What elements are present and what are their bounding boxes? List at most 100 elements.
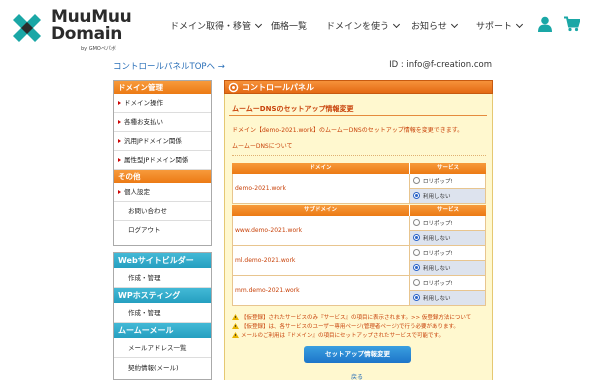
about-muumuu-dns-link[interactable]: ムームーDNSについて	[232, 141, 293, 150]
warning-icon	[232, 313, 239, 320]
nav-label: ドメイン取得・移管	[170, 22, 252, 32]
note-item: 【仮登録】されたサービスのみ『サービス』の項目に表示されます。>> 仮登録方法に…	[232, 312, 488, 321]
table-row: demo-2021.work ロリポップ! 利用しない	[232, 174, 486, 204]
service-options: ロリポップ! 利用しない	[410, 246, 486, 275]
service-option-lolipop[interactable]: ロリポップ!	[410, 216, 485, 231]
option-label: ロリポップ!	[423, 178, 453, 185]
note-text: メールのご利用は『ドメイン』の項目にセットアップされたサービスで可能です。	[241, 332, 444, 339]
option-label: ロリポップ!	[423, 250, 453, 257]
setup-change-button[interactable]: セットアップ情報変更	[304, 346, 411, 363]
domain-table-header: ドメイン サービス	[232, 163, 486, 174]
service-option-none[interactable]: 利用しない	[410, 260, 485, 275]
nav-use-domain[interactable]: ドメインを使う	[326, 19, 401, 32]
subdomain-name: mm.demo-2021.work	[232, 276, 410, 305]
gear-icon	[228, 82, 239, 93]
sidebar-section-website-builder: Webサイトビルダー	[114, 253, 211, 268]
user-icon[interactable]	[538, 16, 552, 32]
service-column-header: サービス	[436, 165, 459, 171]
note-text: 【仮登録】は、各サービスのユーザー専用ページ(管理者ページ)で行う必要があります…	[241, 323, 459, 330]
subdomain-name: ml.demo-2021.work	[232, 246, 410, 275]
control-panel-header: コントロールパネル	[224, 80, 493, 94]
option-label: ロリポップ!	[423, 220, 453, 227]
chevron-down-icon	[254, 20, 263, 29]
sidebar-item-personal-settings[interactable]: 個人設定	[114, 183, 211, 202]
user-id-label: ID : info@f-creation.com	[389, 60, 492, 70]
service-option-none[interactable]: 利用しない	[410, 290, 485, 305]
domain-name: demo-2021.work	[232, 174, 410, 203]
sidebar-item-logout[interactable]: ログアウト	[114, 221, 211, 240]
nav-price-list[interactable]: 価格一覧	[271, 19, 307, 32]
dotted-divider	[232, 155, 486, 156]
chevron-down-icon	[450, 20, 458, 29]
sidebar-item-contact[interactable]: お問い合わせ	[114, 202, 211, 221]
domain-column-header: ドメイン	[232, 163, 410, 174]
control-panel-title: コントロールパネル	[242, 83, 314, 92]
sidebar-domain-menu: ドメイン管理 ドメイン操作 各種お支払い 汎用JPドメイン関係 属性型JPドメイ…	[113, 80, 212, 246]
control-panel-top-link[interactable]: コントロールパネルTOPへ →	[113, 60, 225, 72]
note-text: 【仮登録】されたサービスのみ『サービス』の項目に表示されます。>> 仮登録方法に…	[241, 314, 472, 321]
service-option-none[interactable]: 利用しない	[410, 230, 485, 245]
sidebar-item-builder-manage[interactable]: 作成・管理	[114, 268, 211, 288]
sidebar-item-general-jp[interactable]: 汎用JPドメイン関係	[114, 132, 211, 151]
nav-domain-acquire[interactable]: ドメイン取得・移管	[170, 19, 263, 32]
service-options: ロリポップ! 利用しない	[410, 216, 486, 245]
nav-support[interactable]: サポート	[476, 19, 524, 32]
nav-label: サポート	[476, 22, 513, 32]
sidebar-item-attribute-jp[interactable]: 属性型JPドメイン関係	[114, 151, 211, 170]
service-option-lolipop[interactable]: ロリポップ!	[410, 174, 485, 189]
sidebar-services-menu: Webサイトビルダー 作成・管理 WPホスティング 作成・管理 ムームーメール …	[113, 252, 212, 380]
warning-icon	[232, 322, 239, 329]
logo-by-text: by GMOペパボ	[81, 46, 116, 52]
title-divider	[229, 115, 487, 116]
service-option-lolipop[interactable]: ロリポップ!	[410, 246, 485, 261]
cart-icon[interactable]	[564, 16, 580, 32]
page-description: ドメイン【demo-2021.work】のムームーDNSのセットアップ情報を変更…	[232, 127, 464, 134]
table-row: ml.demo-2021.work ロリポップ! 利用しない	[232, 246, 486, 276]
chevron-down-icon	[392, 20, 401, 29]
sidebar-section-muumuu-mail: ムームーメール	[114, 323, 211, 338]
site-header: MuuMuu Domain by GMOペパボ ドメイン取得・移管 価格一覧 ド…	[0, 0, 600, 52]
option-label: 利用しない	[423, 235, 451, 242]
sidebar-item-mail-contract[interactable]: 契約情報(メール)	[114, 358, 211, 378]
nav-label: 価格一覧	[271, 22, 308, 32]
radio-button[interactable]	[413, 219, 420, 227]
sidebar-section-domain: ドメイン管理	[114, 81, 211, 94]
radio-button[interactable]	[413, 279, 420, 287]
sidebar-item-domain-operation[interactable]: ドメイン操作	[114, 94, 211, 113]
table-row: mm.demo-2021.work ロリポップ! 利用しない	[232, 276, 486, 306]
sidebar-item-payments[interactable]: 各種お支払い	[114, 113, 211, 132]
service-option-none[interactable]: 利用しない	[410, 188, 485, 203]
subdomain-table-header: サブドメイン サービス	[232, 205, 486, 216]
logo-mark-icon	[13, 14, 41, 42]
option-label: 利用しない	[423, 265, 451, 272]
muumuu-logo[interactable]: MuuMuu Domain by GMOペパボ	[11, 9, 132, 52]
radio-button[interactable]	[413, 177, 420, 185]
radio-button-selected[interactable]	[413, 192, 420, 200]
radio-button-selected[interactable]	[413, 264, 420, 272]
nav-label: ドメインを使う	[326, 22, 390, 32]
option-label: 利用しない	[423, 295, 451, 302]
option-label: ロリポップ!	[423, 280, 453, 287]
service-options: ロリポップ! 利用しない	[410, 276, 486, 305]
sidebar-section-other: その他	[114, 170, 211, 183]
option-label: 利用しない	[423, 193, 451, 200]
sidebar-section-wp-hosting: WPホスティング	[114, 288, 211, 303]
sidebar-item-mail-address-list[interactable]: メールアドレス一覧	[114, 338, 211, 358]
service-option-lolipop[interactable]: ロリポップ!	[410, 276, 485, 291]
back-link[interactable]: 戻る	[351, 372, 363, 380]
nav-label: お知らせ	[411, 22, 447, 32]
radio-button-selected[interactable]	[413, 234, 420, 242]
notes-list: 【仮登録】されたサービスのみ『サービス』の項目に表示されます。>> 仮登録方法に…	[232, 312, 488, 339]
table-row: www.demo-2021.work ロリポップ! 利用しない	[232, 216, 486, 246]
service-column-header: サービス	[436, 207, 459, 213]
nav-news[interactable]: お知らせ	[411, 19, 458, 32]
chevron-down-icon	[515, 20, 524, 29]
radio-button[interactable]	[413, 249, 420, 257]
subdomain-column-header: サブドメイン	[232, 205, 410, 216]
radio-button-selected[interactable]	[413, 294, 420, 302]
sidebar-item-wp-manage[interactable]: 作成・管理	[114, 303, 211, 323]
domain-table: ドメイン サービス demo-2021.work ロリポップ! 利用しない	[232, 163, 486, 204]
logo-text-line2: Domain	[51, 24, 123, 44]
service-options: ロリポップ! 利用しない	[410, 174, 486, 203]
subdomain-name: www.demo-2021.work	[232, 216, 410, 245]
